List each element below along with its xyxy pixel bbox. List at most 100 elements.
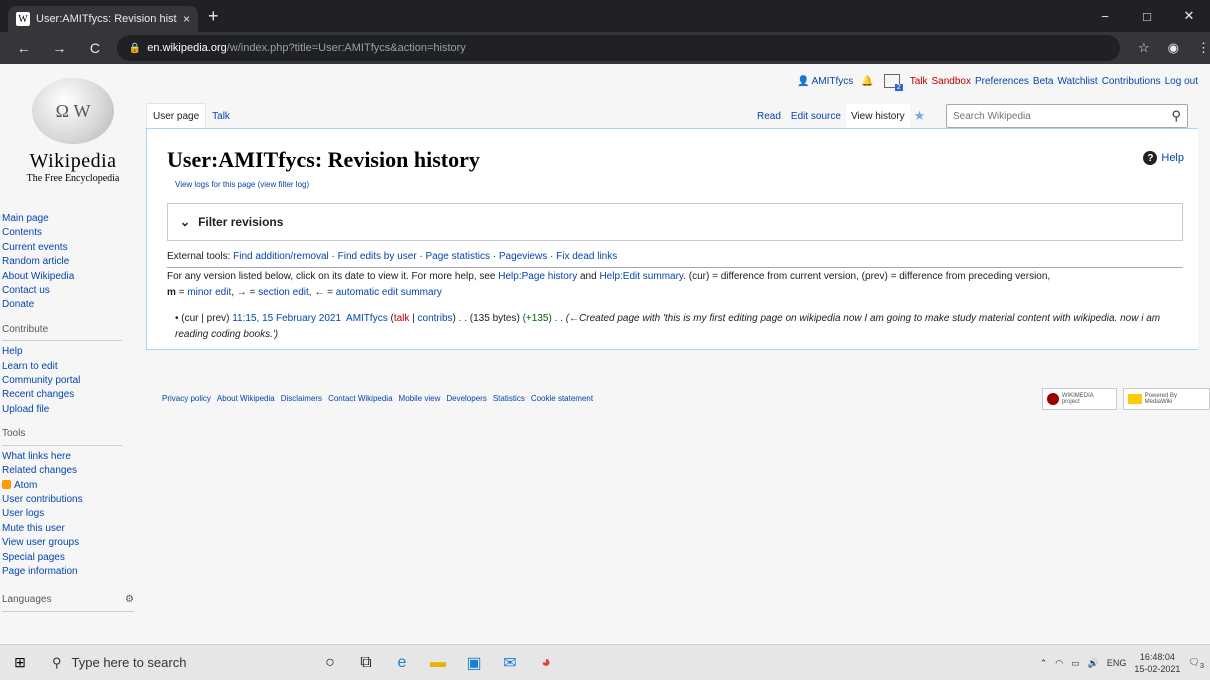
action-center-icon[interactable]: 🗨3: [1188, 657, 1204, 670]
sidebar-item-special-pages[interactable]: Special pages: [2, 551, 142, 565]
find-edits-link[interactable]: Find edits by user: [338, 251, 417, 262]
section-edit-link[interactable]: section edit: [258, 287, 309, 298]
page-statistics-link[interactable]: Page statistics: [425, 251, 489, 262]
sidebar-item-random-article[interactable]: Random article: [2, 255, 142, 269]
help-edit-summary-link[interactable]: Help:Edit summary: [599, 271, 683, 282]
help-link[interactable]: ? Help: [1143, 151, 1184, 165]
battery-icon[interactable]: ▭: [1071, 658, 1080, 669]
search-icon[interactable]: ⚲: [1171, 108, 1181, 124]
sidebar-item-contents[interactable]: Contents: [2, 226, 142, 240]
tab-read[interactable]: Read: [752, 111, 786, 128]
help-page-history-link[interactable]: Help:Page history: [498, 271, 577, 282]
sidebar-item-contact-us[interactable]: Contact us: [2, 284, 142, 298]
sidebar-item-related-changes[interactable]: Related changes: [2, 464, 142, 478]
revision-user-link[interactable]: AMITfycs: [346, 313, 388, 324]
auto-summary-link[interactable]: automatic edit summary: [336, 287, 442, 298]
file-explorer-icon[interactable]: ▬: [420, 645, 456, 680]
tab-user-page[interactable]: User page: [146, 103, 207, 128]
language-indicator[interactable]: ENG: [1107, 658, 1127, 668]
tab-talk[interactable]: Talk: [206, 111, 236, 128]
revision-date-link[interactable]: 11:15, 15 February 2021: [232, 313, 341, 324]
footer-privacy-link[interactable]: Privacy policy: [162, 394, 211, 403]
sidebar-item-recent-changes[interactable]: Recent changes: [2, 388, 142, 402]
browser-tab[interactable]: W User:AMITfycs: Revision history - ×: [8, 6, 198, 32]
sidebar-item-donate[interactable]: Donate: [2, 298, 142, 312]
footer-disclaimers-link[interactable]: Disclaimers: [281, 394, 322, 403]
sidebar-item-what-links-here[interactable]: What links here: [2, 450, 142, 464]
restore-button[interactable]: □: [1126, 0, 1168, 32]
sidebar-item-main-page[interactable]: Main page: [2, 212, 142, 226]
close-window-button[interactable]: ✕: [1168, 0, 1210, 32]
sidebar-item-page-information[interactable]: Page information: [2, 565, 142, 579]
sidebar-item-mute-user[interactable]: Mute this user: [2, 522, 142, 536]
find-addition-link[interactable]: Find addition/removal: [233, 251, 329, 262]
footer-statistics-link[interactable]: Statistics: [493, 394, 525, 403]
revision-contribs-link[interactable]: contribs: [418, 313, 453, 324]
revision-user-talk-link[interactable]: talk: [394, 313, 410, 324]
search-input[interactable]: Search Wikipedia ⚲: [946, 104, 1188, 128]
external-tools: External tools: Find addition/removal · …: [167, 251, 1183, 268]
minimize-button[interactable]: −: [1084, 0, 1126, 32]
chrome-icon[interactable]: ◕: [528, 645, 564, 680]
tab-view-history[interactable]: View history: [845, 104, 910, 128]
mediawiki-logo-icon: [1127, 394, 1142, 404]
sidebar-item-learn-to-edit[interactable]: Learn to edit: [2, 360, 142, 374]
sidebar-item-view-user-groups[interactable]: View user groups: [2, 536, 142, 550]
tab-edit-source[interactable]: Edit source: [786, 111, 846, 128]
footer-contact-link[interactable]: Contact Wikipedia: [328, 394, 392, 403]
preferences-link[interactable]: Preferences: [975, 76, 1029, 87]
address-bar[interactable]: 🔒 en.wikipedia.org /w/index.php?title=Us…: [116, 35, 1120, 61]
clock-date: 15-02-2021: [1134, 664, 1181, 674]
chevron-up-icon[interactable]: ⌃: [1040, 658, 1048, 669]
sidebar-item-user-contributions[interactable]: User contributions: [2, 493, 142, 507]
new-tab-button[interactable]: +: [208, 6, 219, 27]
mediawiki-badge[interactable]: Powered By MediaWiki: [1122, 388, 1210, 410]
task-view-icon[interactable]: ⧉: [348, 645, 384, 680]
view-logs-link[interactable]: View logs for this page (view filter log…: [175, 180, 309, 189]
sidebar-item-atom[interactable]: Atom: [2, 479, 142, 493]
bookmark-star-icon[interactable]: ☆: [1138, 40, 1150, 56]
notices-icon[interactable]: 2: [883, 74, 903, 91]
back-arrow-icon[interactable]: ←: [12, 40, 36, 56]
sidebar-item-upload-file[interactable]: Upload file: [2, 403, 142, 417]
gear-icon[interactable]: ⚙: [125, 593, 134, 607]
logout-link[interactable]: Log out: [1165, 76, 1198, 87]
taskbar-search[interactable]: ⚲ Type here to search: [40, 645, 302, 680]
reload-icon[interactable]: C: [83, 40, 107, 56]
fix-dead-links-link[interactable]: Fix dead links: [556, 251, 617, 262]
sidebar-item-user-logs[interactable]: User logs: [2, 507, 142, 521]
edge-icon[interactable]: e: [384, 645, 420, 680]
footer-about-link[interactable]: About Wikipedia: [217, 394, 275, 403]
footer-developers-link[interactable]: Developers: [446, 394, 486, 403]
tab-close-icon[interactable]: ×: [183, 12, 190, 26]
watch-star-icon[interactable]: ★: [910, 108, 932, 128]
filter-revisions-toggle[interactable]: ⌄ Filter revisions: [167, 203, 1183, 241]
footer-cookie-link[interactable]: Cookie statement: [531, 394, 593, 403]
sandbox-link[interactable]: Sandbox: [932, 76, 971, 87]
sidebar-item-about-wikipedia[interactable]: About Wikipedia: [2, 270, 142, 284]
browser-menu-icon[interactable]: ⋮: [1197, 40, 1210, 56]
contributions-link[interactable]: Contributions: [1102, 76, 1161, 87]
sidebar-item-community-portal[interactable]: Community portal: [2, 374, 142, 388]
bell-icon[interactable]: 🔔: [861, 76, 873, 87]
user-link[interactable]: 👤 AMITfycs: [797, 76, 853, 87]
profile-avatar-icon[interactable]: ◉: [1168, 40, 1179, 56]
windows-start-icon[interactable]: ⊞: [0, 654, 40, 671]
wikimedia-badge[interactable]: WIKIMEDIA project: [1042, 388, 1117, 410]
volume-icon[interactable]: 🔊: [1088, 658, 1099, 669]
minor-edit-link[interactable]: minor edit: [187, 287, 231, 298]
watchlist-link[interactable]: Watchlist: [1058, 76, 1098, 87]
wikipedia-logo[interactable]: Ω W Wikipedia The Free Encyclopedia: [18, 78, 128, 188]
forward-arrow-icon[interactable]: →: [48, 40, 72, 56]
mail-icon[interactable]: ✉: [492, 645, 528, 680]
network-icon[interactable]: ◠: [1055, 658, 1063, 669]
sidebar-item-current-events[interactable]: Current events: [2, 241, 142, 255]
sidebar-item-help[interactable]: Help: [2, 345, 142, 359]
beta-link[interactable]: Beta: [1033, 76, 1054, 87]
cortana-icon[interactable]: ○: [312, 645, 348, 680]
store-icon[interactable]: ▣: [456, 645, 492, 680]
footer-mobile-link[interactable]: Mobile view: [399, 394, 441, 403]
personal-talk-link[interactable]: Talk: [910, 76, 928, 87]
pageviews-link[interactable]: Pageviews: [499, 251, 547, 262]
clock[interactable]: 16:48:04 15-02-2021: [1134, 651, 1180, 675]
